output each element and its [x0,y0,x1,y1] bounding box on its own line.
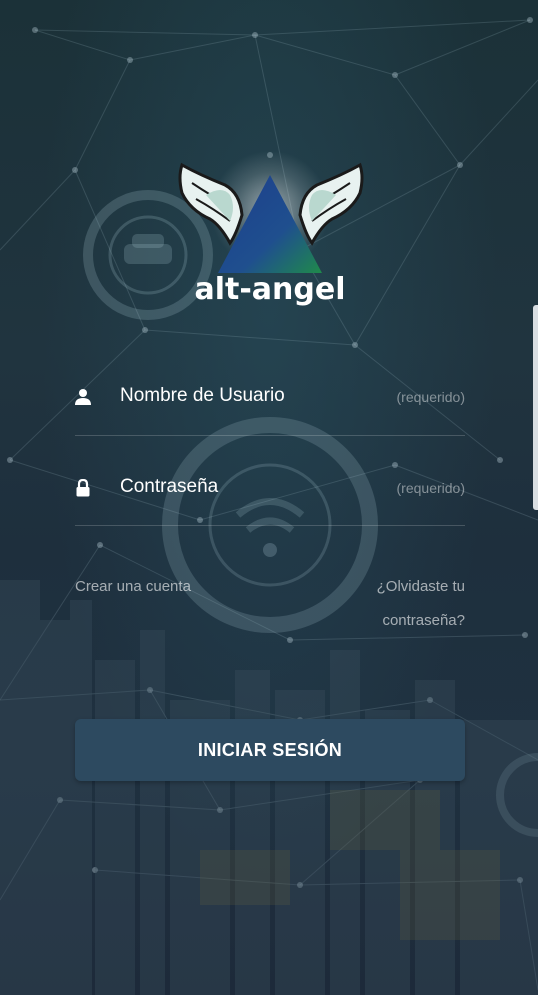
lock-icon [75,478,91,497]
user-icon [75,388,91,406]
create-account-link[interactable]: Crear una cuenta [75,570,191,604]
left-wing-icon [178,162,244,246]
password-label: Contraseña [120,476,219,497]
username-required-hint: (requerido) [396,389,465,405]
angel-wings-triangle-icon [178,162,364,273]
right-wing-icon [298,162,364,246]
forgot-password-line1: ¿Olvidaste tu [376,578,465,595]
password-field[interactable]: Contraseña (requerido) [75,435,465,526]
brand-logo: alt-angel [170,150,370,320]
username-field[interactable]: Nombre de Usuario (requerido) [75,345,465,436]
username-label: Nombre de Usuario [120,385,285,406]
forgot-password-line2: contraseña? [382,612,465,629]
side-drawer-handle[interactable] [533,305,538,510]
password-required-hint: (requerido) [396,480,465,496]
forgot-password-link[interactable]: ¿Olvidaste tu contraseña? [377,570,465,638]
brand-name: alt-angel [194,272,346,307]
login-button[interactable]: INICIAR SESIÓN [75,719,465,781]
